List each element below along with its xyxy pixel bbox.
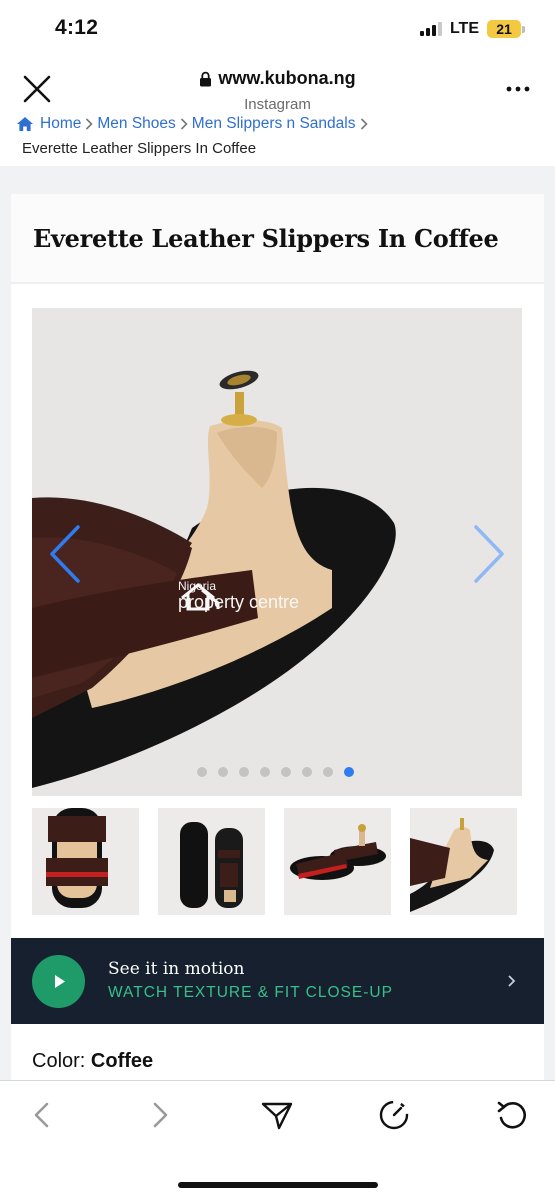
carousel-dot[interactable] [302, 767, 312, 777]
chevron-right-icon [178, 117, 190, 131]
url-text: www.kubona.ng [218, 68, 356, 88]
chevron-right-icon [358, 117, 370, 131]
product-card: Everette Leather Slippers In Coffee Nige… [11, 194, 544, 1094]
house-logo-icon [181, 583, 220, 611]
carousel-dot[interactable] [323, 767, 333, 777]
watermark: Nigeria property centre [178, 580, 299, 612]
carousel-dot[interactable] [197, 767, 207, 777]
motion-title: See it in motion [108, 959, 245, 979]
carousel-dots [197, 767, 354, 777]
share-icon[interactable] [259, 1097, 295, 1133]
breadcrumb-current: Everette Leather Slippers In Coffee [22, 140, 257, 157]
carousel-next-icon[interactable] [470, 523, 510, 585]
url-source: Instagram [244, 95, 311, 113]
title-area: Everette Leather Slippers In Coffee [11, 194, 544, 284]
thumbnail-pair-view[interactable] [284, 808, 391, 915]
lock-icon [200, 71, 212, 86]
carousel-dot[interactable] [239, 767, 249, 777]
play-button[interactable] [32, 955, 85, 1008]
product-title: Everette Leather Slippers In Coffee [33, 223, 499, 253]
carousel-dot[interactable] [218, 767, 228, 777]
speed-icon[interactable] [376, 1097, 412, 1133]
browser-toolbar [0, 1080, 555, 1200]
carousel-prev-icon[interactable] [44, 523, 84, 585]
reload-icon[interactable] [494, 1097, 530, 1133]
color-label: Color: [32, 1050, 86, 1072]
home-indicator [178, 1182, 378, 1188]
battery-icon: 21 [487, 20, 525, 38]
carousel-dot[interactable] [344, 767, 354, 777]
browser-header: www.kubona.ng Instagram Home Men Shoes M… [0, 60, 555, 166]
carousel-dot[interactable] [281, 767, 291, 777]
motion-subtitle: WATCH TEXTURE & FIT CLOSE-UP [108, 984, 393, 1001]
url-bar[interactable]: www.kubona.ng Instagram [0, 68, 555, 113]
chevron-right-icon [506, 972, 518, 990]
thumbnail-side-view[interactable] [410, 808, 517, 915]
chevron-right-icon [83, 117, 95, 131]
more-icon[interactable] [505, 78, 531, 100]
motion-banner[interactable]: See it in motion WATCH TEXTURE & FIT CLO… [11, 938, 544, 1024]
color-selector: Color: Coffee [32, 1050, 153, 1073]
signal-icon [419, 22, 442, 36]
home-icon[interactable] [16, 116, 34, 132]
product-image [32, 308, 522, 796]
status-time: 4:12 [55, 16, 99, 39]
thumbnail-strip [32, 808, 522, 916]
play-icon [55, 975, 65, 988]
thumbnail-front-view[interactable] [32, 808, 139, 915]
page-body: Everette Leather Slippers In Coffee Nige… [0, 166, 555, 1094]
breadcrumb-men-shoes[interactable]: Men Shoes [97, 115, 175, 133]
breadcrumb: Home Men Shoes Men Slippers n Sandals [16, 115, 370, 133]
product-image-carousel[interactable]: Nigeria property centre [32, 308, 522, 796]
status-bar: 4:12 LTE 21 [0, 0, 555, 60]
thumbnail-sole-view[interactable] [158, 808, 265, 915]
network-type: LTE [449, 20, 479, 37]
color-value: Coffee [90, 1050, 154, 1072]
breadcrumb-men-slippers[interactable]: Men Slippers n Sandals [192, 115, 356, 133]
status-indicators: LTE 21 [419, 20, 525, 38]
breadcrumb-home[interactable]: Home [40, 115, 81, 133]
battery-level: 21 [487, 20, 521, 38]
carousel-dot[interactable] [260, 767, 270, 777]
forward-icon[interactable] [142, 1097, 178, 1133]
back-icon[interactable] [24, 1097, 60, 1133]
